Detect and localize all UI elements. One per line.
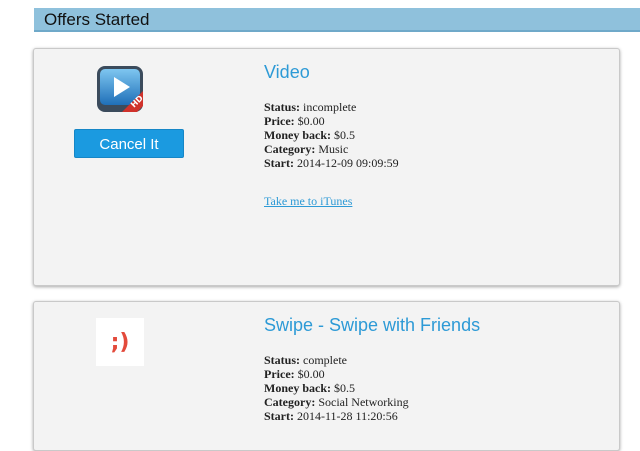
swipe-app-icon: ;) [96, 318, 144, 366]
offer-details: Status: complete Price: $0.00 Money back… [264, 353, 409, 423]
price-row: Price: $0.00 [264, 114, 325, 128]
price-value: $0.00 [297, 114, 325, 128]
section-header: Offers Started [34, 8, 640, 32]
offer-title[interactable]: Video [264, 62, 310, 83]
offer-card-video: HD Cancel It Video Status: incomplete Pr… [33, 48, 620, 286]
start-value: 2014-11-28 11:20:56 [297, 409, 398, 423]
category-row: Category: Social Networking [264, 395, 409, 409]
category-row: Category: Music [264, 142, 349, 156]
price-row: Price: $0.00 [264, 367, 325, 381]
section-title: Offers Started [44, 10, 150, 29]
money-back-value: $0.5 [334, 381, 355, 395]
offer-details: Status: incomplete Price: $0.00 Money ba… [264, 100, 399, 170]
cancel-it-button[interactable]: Cancel It [74, 129, 184, 158]
start-row: Start: 2014-11-28 11:20:56 [264, 409, 398, 423]
start-row: Start: 2014-12-09 09:09:59 [264, 156, 399, 170]
status-value: complete [303, 353, 347, 367]
category-value: Music [318, 142, 349, 156]
video-hd-app-icon: HD [96, 65, 145, 113]
status-row: Status: incomplete [264, 100, 357, 114]
start-value: 2014-12-09 09:09:59 [297, 156, 399, 170]
money-back-row: Money back: $0.5 [264, 128, 355, 142]
money-back-value: $0.5 [334, 128, 355, 142]
category-value: Social Networking [318, 395, 409, 409]
status-value: incomplete [303, 100, 357, 114]
offer-title[interactable]: Swipe - Swipe with Friends [264, 315, 480, 336]
money-back-row: Money back: $0.5 [264, 381, 355, 395]
itunes-link[interactable]: Take me to iTunes [264, 194, 352, 209]
status-row: Status: complete [264, 353, 347, 367]
price-value: $0.00 [297, 367, 325, 381]
offer-card-swipe: ;) Swipe - Swipe with Friends Status: co… [33, 301, 620, 451]
